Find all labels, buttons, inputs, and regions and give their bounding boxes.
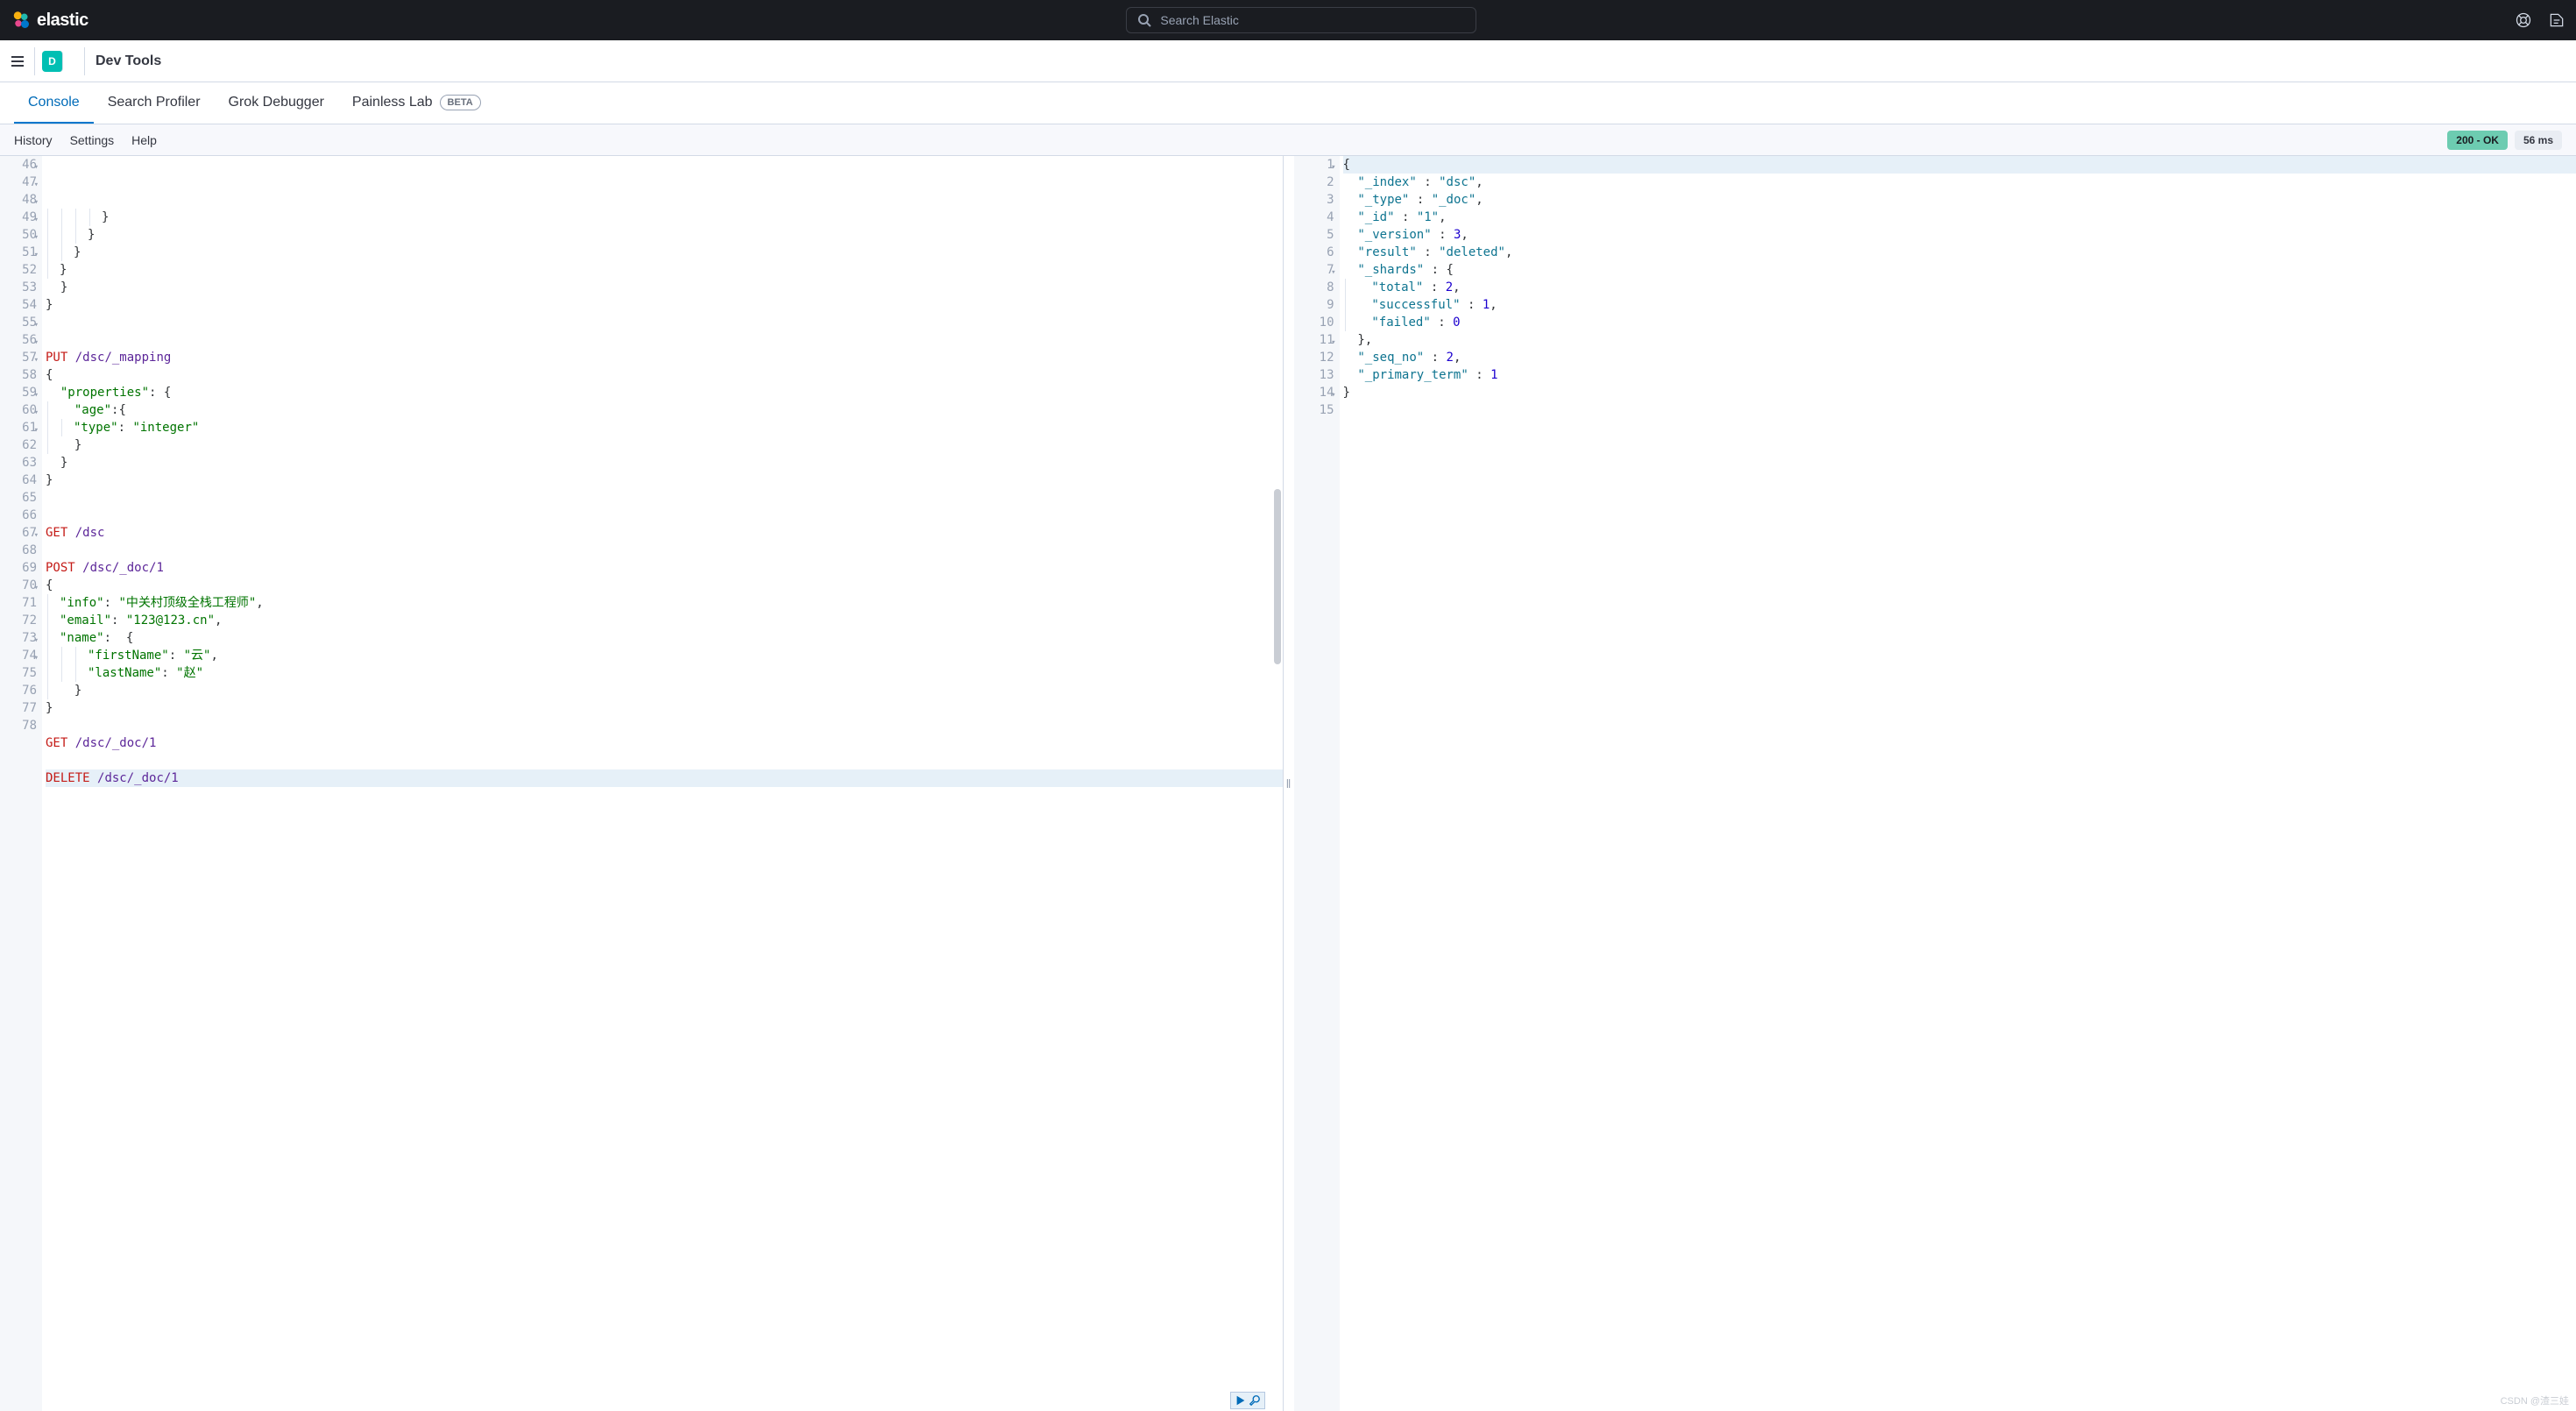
global-search[interactable]: Search Elastic (1126, 7, 1476, 33)
code-line[interactable]: } (46, 261, 1283, 279)
devtools-tabs: ConsoleSearch ProfilerGrok DebuggerPainl… (0, 82, 2576, 124)
code-line[interactable]: "_shards" : { (1343, 261, 2576, 279)
toolbar-link-settings[interactable]: Settings (70, 133, 115, 147)
toolbar-link-history[interactable]: History (14, 133, 53, 147)
code-line[interactable]: "name": { (46, 629, 1283, 647)
tab-grok-debugger[interactable]: Grok Debugger (215, 82, 338, 124)
watermark: CSDN @渣三娃 (2501, 1393, 2569, 1407)
code-line[interactable] (46, 314, 1283, 331)
elastic-logo[interactable]: elastic (11, 10, 88, 31)
code-line[interactable]: } (46, 472, 1283, 489)
global-header: elastic Search Elastic (0, 0, 2576, 40)
code-line[interactable]: "total" : 2, (1343, 279, 2576, 296)
code-line[interactable]: "_primary_term" : 1 (1343, 366, 2576, 384)
wrench-icon[interactable] (1249, 1394, 1261, 1407)
code-line[interactable]: "failed" : 0 (1343, 314, 2576, 331)
code-line[interactable]: POST /dsc/_doc/1 (46, 559, 1283, 577)
code-line[interactable]: "_type" : "_doc", (1343, 191, 2576, 209)
request-editor[interactable]: }}}} }} PUT /dsc/_mapping{ "properties":… (42, 156, 1283, 1411)
code-line[interactable] (46, 489, 1283, 507)
code-line[interactable]: } (46, 209, 1283, 226)
breadcrumb[interactable]: Dev Tools (96, 53, 161, 69)
code-line[interactable]: { (1343, 156, 2576, 174)
header-left: elastic (11, 10, 88, 31)
code-line[interactable]: "type": "integer" (46, 419, 1283, 436)
code-line[interactable]: GET /dsc (46, 524, 1283, 542)
code-line[interactable] (1343, 401, 2576, 419)
beta-badge: BETA (440, 95, 481, 110)
code-line[interactable]: "result" : "deleted", (1343, 244, 2576, 261)
code-line[interactable]: "firstName": "云", (46, 647, 1283, 664)
elastic-logo-icon (11, 10, 32, 31)
space-selector[interactable]: D (42, 47, 85, 75)
code-line[interactable]: { (46, 577, 1283, 594)
code-line[interactable] (46, 542, 1283, 559)
code-line[interactable]: "email": "123@123.cn", (46, 612, 1283, 629)
code-line[interactable]: GET /dsc/_doc/1 (46, 734, 1283, 752)
tab-painless-lab[interactable]: Painless LabBETA (338, 82, 495, 124)
console-toolbar: History Settings Help 200 - OK 56 ms (0, 124, 2576, 156)
code-line[interactable] (46, 717, 1283, 734)
lifebuoy-icon[interactable] (2515, 11, 2532, 29)
code-line[interactable]: "_seq_no" : 2, (1343, 349, 2576, 366)
code-line[interactable]: }, (1343, 331, 2576, 349)
status-badge: 200 - OK (2447, 131, 2508, 150)
code-line[interactable]: } (46, 436, 1283, 454)
request-pane[interactable]: 46▾47▾48▾49▾50▾51▾52535455▾56▾57▾5859▾60… (0, 156, 1284, 1411)
header-right (2515, 11, 2565, 29)
timing-badge: 56 ms (2515, 131, 2562, 150)
code-line[interactable]: "properties": { (46, 384, 1283, 401)
code-line[interactable]: } (46, 296, 1283, 314)
code-line[interactable]: "lastName": "赵" (46, 664, 1283, 682)
response-pane: 1▾234567▾891011▾121314▾15 { "_index" : "… (1294, 156, 2576, 1411)
code-line[interactable]: } (46, 279, 1283, 296)
code-line[interactable] (46, 507, 1283, 524)
code-line[interactable]: "successful" : 1, (1343, 296, 2576, 314)
code-line[interactable]: { (46, 366, 1283, 384)
pane-resizer[interactable]: ‖ (1284, 156, 1294, 1411)
response-viewer[interactable]: { "_index" : "dsc", "_type" : "_doc", "_… (1340, 156, 2576, 1411)
code-line[interactable] (46, 752, 1283, 769)
request-actions (1230, 1392, 1265, 1409)
global-search-wrap: Search Elastic (1126, 7, 1476, 33)
nav-toggle[interactable] (7, 47, 35, 75)
tab-search-profiler[interactable]: Search Profiler (94, 82, 215, 124)
code-line[interactable]: } (46, 682, 1283, 699)
breadcrumb-bar: D Dev Tools (0, 40, 2576, 82)
hamburger-icon (9, 53, 26, 70)
scrollbar[interactable] (1274, 489, 1281, 664)
toolbar-left: History Settings Help (14, 133, 157, 147)
code-line[interactable]: "age":{ (46, 401, 1283, 419)
brand-text: elastic (37, 11, 88, 31)
code-line[interactable]: } (1343, 384, 2576, 401)
code-line[interactable]: "_index" : "dsc", (1343, 174, 2576, 191)
search-icon (1137, 13, 1151, 27)
code-line[interactable]: } (46, 226, 1283, 244)
code-line[interactable]: "info": "中关村顶级全栈工程师", (46, 594, 1283, 612)
space-badge: D (42, 51, 63, 72)
console-panes: 46▾47▾48▾49▾50▾51▾52535455▾56▾57▾5859▾60… (0, 156, 2576, 1411)
code-line[interactable] (46, 331, 1283, 349)
response-gutter: 1▾234567▾891011▾121314▾15 (1294, 156, 1340, 1411)
code-line[interactable]: } (46, 454, 1283, 472)
code-line[interactable]: "_version" : 3, (1343, 226, 2576, 244)
code-line[interactable]: DELETE /dsc/_doc/1 (46, 769, 1283, 787)
search-placeholder: Search Elastic (1160, 13, 1238, 27)
code-line[interactable]: "_id" : "1", (1343, 209, 2576, 226)
tab-console[interactable]: Console (14, 82, 94, 124)
toolbar-link-help[interactable]: Help (131, 133, 157, 147)
request-gutter: 46▾47▾48▾49▾50▾51▾52535455▾56▾57▾5859▾60… (0, 156, 42, 1411)
toolbar-right: 200 - OK 56 ms (2447, 131, 2562, 150)
code-line[interactable]: PUT /dsc/_mapping (46, 349, 1283, 366)
play-icon[interactable] (1235, 1394, 1247, 1407)
code-line[interactable]: } (46, 699, 1283, 717)
code-line[interactable]: } (46, 244, 1283, 261)
newsfeed-icon[interactable] (2548, 11, 2565, 29)
